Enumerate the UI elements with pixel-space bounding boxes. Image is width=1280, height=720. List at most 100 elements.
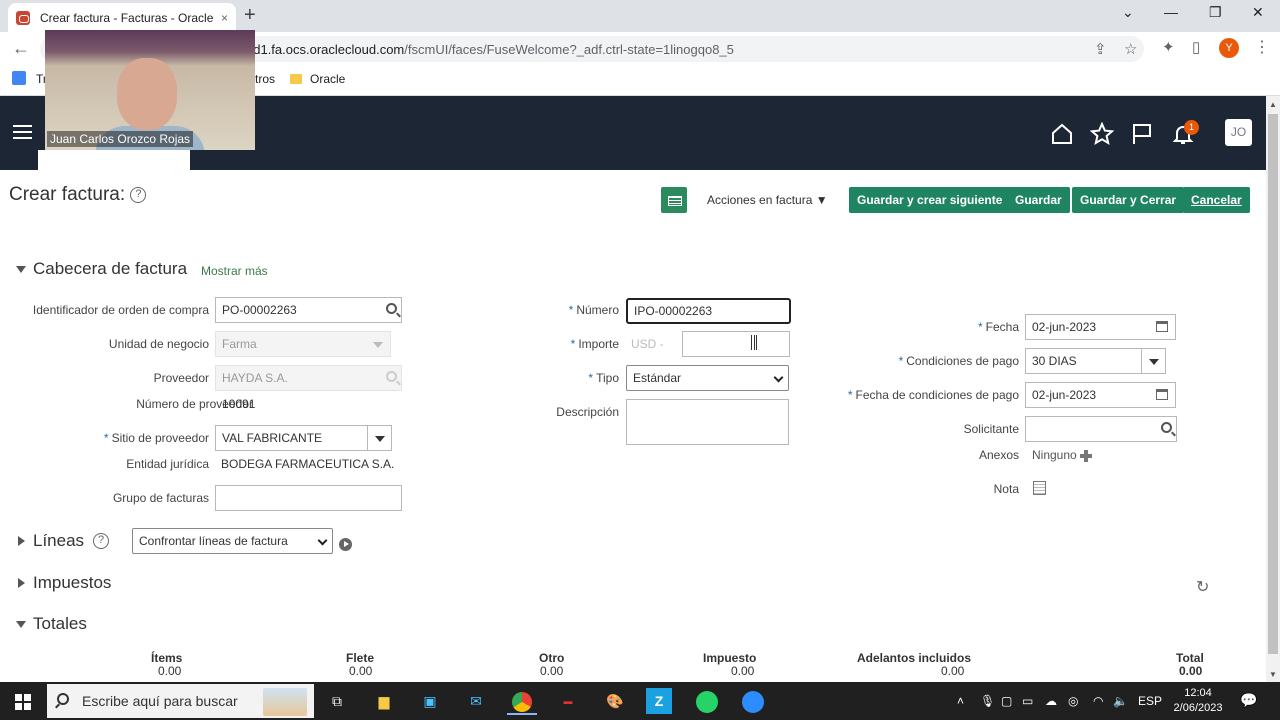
supplier-site-select[interactable]: VAL FABRICANTE: [215, 425, 392, 451]
go-arrow-icon[interactable]: [339, 538, 352, 551]
tray-chevron-icon[interactable]: ˄: [957, 694, 964, 708]
user-avatar[interactable]: JO: [1225, 119, 1252, 146]
antivirus-app-icon[interactable]: ▬: [553, 687, 583, 715]
notifications-center-icon[interactable]: 💬: [1240, 692, 1257, 709]
browser-tab-bar: Crear factura - Facturas - Oracle × + ⌄ …: [0, 0, 1280, 32]
tab-search-chevron-icon[interactable]: ⌄: [1122, 4, 1134, 21]
save-and-create-next-button[interactable]: Guardar y crear siguiente: [849, 187, 1011, 213]
totals-section-toggle[interactable]: Totales: [16, 614, 87, 634]
wifi-icon[interactable]: ◠: [1093, 694, 1103, 708]
display-icon[interactable]: ▭: [1022, 694, 1033, 708]
show-more-link[interactable]: Mostrar más: [201, 264, 268, 278]
paint-icon[interactable]: 🎨: [600, 687, 630, 715]
requester-input[interactable]: [1025, 416, 1177, 442]
profile-avatar[interactable]: Y: [1219, 38, 1239, 58]
date-input[interactable]: 02-jun-2023: [1025, 314, 1176, 340]
webcam-overlay: Juan Carlos Orozco Rojas: [45, 30, 255, 150]
google-translate-icon: [12, 71, 26, 85]
description-textarea[interactable]: [626, 399, 789, 445]
requester-label: Solicitante: [963, 422, 1019, 436]
collapse-triangle-icon: [16, 265, 26, 273]
search-icon: [386, 371, 397, 382]
payment-terms-select[interactable]: 30 DIAS: [1025, 348, 1166, 374]
extensions-icon[interactable]: ✦: [1162, 38, 1175, 56]
attachments-value[interactable]: Ninguno: [1032, 448, 1092, 462]
microphone-icon[interactable]: 🎙: [980, 694, 995, 708]
minimize-icon[interactable]: —: [1164, 4, 1178, 20]
supplier-number-value: 10091: [222, 397, 256, 411]
invoice-header-section-toggle[interactable]: Cabecera de factura: [16, 259, 187, 279]
supplier-input: HAYDA S.A.: [215, 365, 402, 391]
onedrive-icon[interactable]: ☁: [1045, 694, 1057, 708]
url-text: od1.fa.ocs.oraclecloud.com/fscmUI/faces/…: [246, 42, 734, 57]
watchlist-flag-icon[interactable]: [1130, 122, 1154, 146]
terms-date-input[interactable]: 02-jun-2023: [1025, 382, 1176, 408]
share-icon[interactable]: ⇪: [1094, 40, 1107, 58]
refresh-icon[interactable]: ↻: [1196, 577, 1209, 597]
favorites-star-icon[interactable]: [1090, 122, 1114, 146]
page-scrollbar[interactable]: ▲ ▼: [1266, 96, 1280, 682]
tab-close-icon[interactable]: ×: [221, 11, 228, 25]
add-attachment-icon[interactable]: [1079, 449, 1092, 462]
new-tab-button[interactable]: +: [244, 4, 256, 27]
invoice-actions-menu[interactable]: Acciones en factura ▼: [707, 193, 828, 207]
home-icon[interactable]: [1050, 122, 1074, 146]
back-arrow-icon[interactable]: ←: [12, 38, 30, 59]
volume-icon[interactable]: 🔈: [1113, 694, 1128, 708]
business-unit-select: Farma: [215, 331, 391, 357]
save-button[interactable]: Guardar: [1007, 187, 1070, 213]
invoice-group-input[interactable]: [215, 485, 402, 511]
bookmark-oracle[interactable]: Oracle: [290, 72, 345, 86]
scrollbar-thumb[interactable]: [1268, 114, 1278, 654]
browser-menu-icon[interactable]: ⋮: [1254, 37, 1270, 57]
language-indicator[interactable]: ESP: [1138, 694, 1162, 708]
invoice-number-input[interactable]: IPO-00002263: [626, 298, 791, 324]
match-lines-select[interactable]: Confrontar líneas de factura: [132, 528, 333, 554]
zapier-app-icon[interactable]: Z: [646, 688, 672, 714]
po-input[interactable]: PO-00002263: [215, 297, 402, 323]
search-icon[interactable]: [1161, 422, 1172, 433]
navigator-menu-icon[interactable]: [13, 125, 32, 139]
notification-badge: 1: [1184, 120, 1199, 135]
taskbar-search-box[interactable]: Escribe aquí para buscar: [47, 684, 314, 718]
attachments-label: Anexos: [978, 448, 1019, 462]
side-panel-icon[interactable]: ▯: [1192, 38, 1200, 56]
restore-icon[interactable]: ❐: [1209, 4, 1222, 21]
calendar-icon[interactable]: [1156, 321, 1168, 332]
bookmark-others[interactable]: tros: [255, 72, 275, 86]
edit-note-icon[interactable]: [1033, 481, 1046, 495]
totals-other-label: Otro: [539, 651, 565, 665]
microsoft-store-icon[interactable]: ▣: [415, 687, 445, 715]
system-clock[interactable]: 12:04 2/06/2023: [1170, 686, 1226, 716]
payment-terms-label: * Condiciones de pago: [898, 354, 1019, 368]
edge-tray-icon[interactable]: ◎: [1068, 694, 1078, 708]
dropdown-arrow-icon[interactable]: [1141, 349, 1165, 373]
camera-tray-icon[interactable]: ▢: [1001, 694, 1012, 708]
lines-section-toggle[interactable]: Líneas ?: [18, 531, 110, 551]
save-and-close-button[interactable]: Guardar y Cerrar: [1072, 187, 1185, 213]
bookmark-star-icon[interactable]: ☆: [1124, 40, 1137, 58]
scroll-down-icon[interactable]: ▼: [1269, 670, 1277, 679]
whatsapp-icon[interactable]: [692, 687, 722, 715]
chrome-icon[interactable]: [507, 687, 537, 715]
close-window-icon[interactable]: ✕: [1252, 4, 1264, 21]
cancel-button[interactable]: Cancelar: [1183, 187, 1250, 213]
mail-icon[interactable]: ✉: [461, 687, 491, 715]
browser-tab[interactable]: Crear factura - Facturas - Oracle ×: [8, 3, 236, 32]
help-icon[interactable]: ?: [93, 533, 110, 549]
windows-start-icon[interactable]: [15, 694, 31, 710]
amount-input[interactable]: [682, 331, 790, 357]
totals-prepayments-label: Adelantos incluidos: [857, 651, 972, 665]
type-select[interactable]: Estándar: [626, 365, 789, 391]
zoom-icon[interactable]: [738, 687, 768, 715]
calendar-icon[interactable]: [1156, 389, 1168, 400]
help-icon[interactable]: ?: [130, 186, 147, 203]
search-icon[interactable]: [386, 303, 397, 314]
view-image-button[interactable]: [661, 187, 687, 213]
task-view-icon[interactable]: ⧉: [322, 687, 352, 715]
taxes-section-toggle[interactable]: Impuestos: [18, 573, 111, 593]
scroll-up-icon[interactable]: ▲: [1269, 100, 1277, 109]
chevron-down-icon: [773, 372, 784, 383]
file-explorer-icon[interactable]: ▆: [369, 687, 399, 715]
dropdown-arrow-icon[interactable]: [367, 426, 391, 450]
